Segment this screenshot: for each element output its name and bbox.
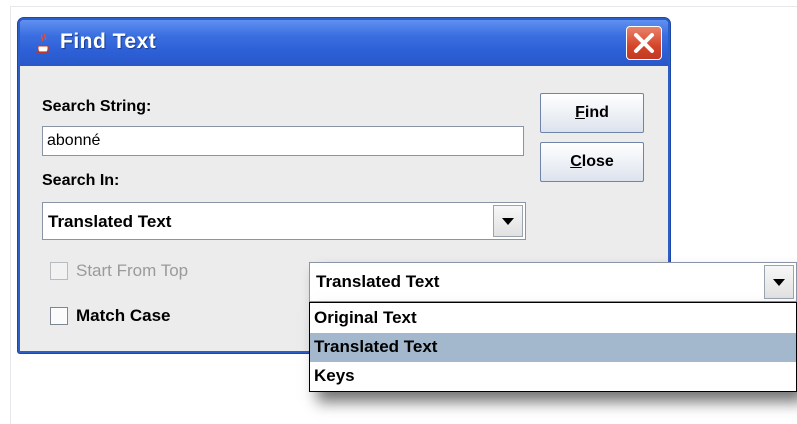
checkbox-box [50,262,68,280]
search-in-dropdown-button[interactable] [493,205,523,237]
close-icon [634,33,654,53]
close-window-button[interactable] [626,26,662,60]
dropdown-list: Original Text Translated Text Keys [309,302,797,392]
chevron-down-icon [502,218,514,225]
search-string-input[interactable]: abonné [42,126,524,156]
background-divider [10,6,11,424]
search-string-label: Search String: [42,98,152,115]
dropdown-option-keys[interactable]: Keys [310,362,796,391]
match-case-checkbox[interactable]: Match Case [50,306,170,326]
title-bar[interactable]: Find Text [20,20,668,66]
background-divider [10,6,797,7]
search-in-select[interactable]: Translated Text [42,202,526,240]
search-in-select-expanded[interactable]: Translated Text [309,262,797,302]
find-label: ind [584,104,609,121]
close-mnemonic: C [570,153,582,170]
start-from-top-label: Start From Top [76,261,189,280]
search-in-label: Search In: [42,172,120,189]
chevron-down-icon [773,279,785,286]
java-cup-icon [34,32,52,54]
checkbox-box [50,307,68,325]
expanded-selected-value: Translated Text [316,272,440,291]
close-button[interactable]: Close [540,142,644,182]
search-in-selected-value: Translated Text [48,212,172,231]
match-case-label: Match Case [76,306,171,325]
find-mnemonic: F [575,104,585,121]
start-from-top-checkbox[interactable]: Start From Top [50,261,188,281]
dropdown-option-translated-text[interactable]: Translated Text [310,333,796,362]
expanded-dropdown-button[interactable] [764,265,794,299]
dropdown-option-original-text[interactable]: Original Text [310,304,796,333]
find-button[interactable]: Find [540,93,644,133]
close-label: lose [581,153,614,170]
dialog-title: Find Text [60,30,157,53]
